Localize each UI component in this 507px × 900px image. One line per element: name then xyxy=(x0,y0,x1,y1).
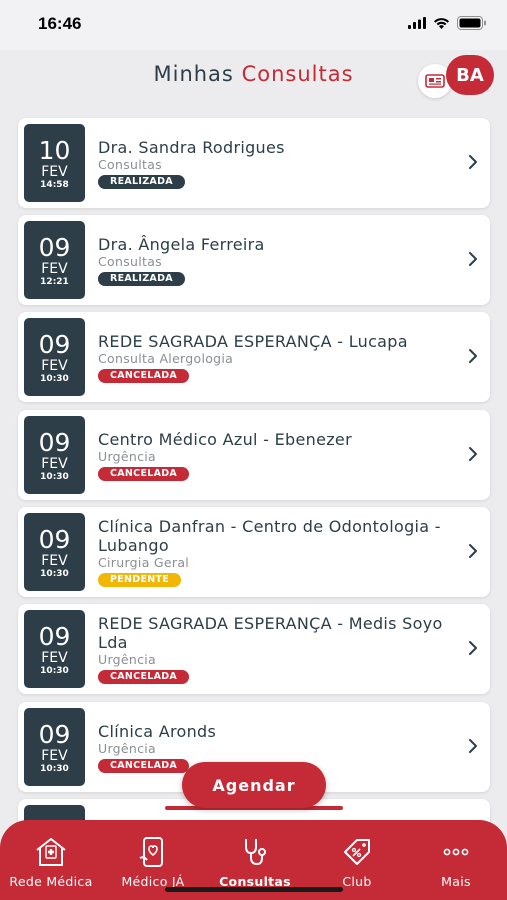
date-month: FEV xyxy=(41,358,68,374)
appointment-subtitle: Consultas xyxy=(98,253,162,269)
appointment-title: Clínica Aronds xyxy=(98,721,217,741)
date-month: FEV xyxy=(41,261,68,277)
date-month: FEV xyxy=(41,164,68,180)
card-body: REDE SAGRADA ESPERANÇA - Lucapa Consulta… xyxy=(98,312,458,402)
date-time: 10:30 xyxy=(40,764,69,774)
date-box: 10 FEV 14:58 xyxy=(24,124,85,202)
chevron-right-icon xyxy=(469,641,477,655)
date-day: 09 xyxy=(38,525,71,554)
status-badge: PENDENTE xyxy=(98,573,182,587)
appointment-subtitle: Cirurgia Geral xyxy=(98,555,190,570)
appointment-title: REDE SAGRADA ESPERANÇA - Medis Soyo Lda xyxy=(98,614,443,652)
appointment-title: Dra. Ângela Ferreira xyxy=(98,234,265,254)
signal-icon xyxy=(408,17,426,29)
status-badge: REALIZADA xyxy=(98,271,185,286)
date-day: 10 xyxy=(38,136,71,165)
date-time: 10:30 xyxy=(40,666,69,676)
nav-label: Club xyxy=(342,874,372,889)
appointment-title: Centro Médico Azul - Ebenezer xyxy=(98,429,352,449)
home-indicator xyxy=(165,887,343,892)
battery-icon xyxy=(457,16,486,30)
date-month: FEV xyxy=(41,748,68,764)
date-time: 12:21 xyxy=(40,277,69,287)
date-box: 09 FEV 10:30 xyxy=(24,318,85,396)
date-day: 09 xyxy=(38,233,71,262)
status-badge: REALIZADA xyxy=(98,174,185,189)
chevron-right-icon xyxy=(469,544,477,558)
status-badge: CANCELADA xyxy=(98,758,190,773)
wifi-icon xyxy=(434,18,449,29)
card-body: Centro Médico Azul - Ebenezer Urgência C… xyxy=(98,410,458,500)
card-body: Clínica Danfran - Centro de Odontologia … xyxy=(98,507,458,597)
discount-tag-icon xyxy=(344,839,370,865)
nav-item-consultas[interactable]: Consultas xyxy=(204,836,306,889)
nav-label: Rede Médica xyxy=(9,874,93,889)
schedule-button[interactable]: Agendar xyxy=(182,762,326,808)
date-box: 09 FEV 10:30 xyxy=(24,513,85,591)
phone-health-icon xyxy=(139,837,163,867)
status-badge: CANCELADA xyxy=(98,466,190,481)
date-day: 09 xyxy=(38,330,71,359)
nav-item-rede-medica[interactable]: Rede Médica xyxy=(0,836,102,889)
hospital-icon xyxy=(36,838,66,866)
date-time: 10:30 xyxy=(40,472,69,482)
date-time: 10:30 xyxy=(40,569,69,579)
chevron-right-icon xyxy=(469,155,477,169)
chevron-right-icon xyxy=(469,349,477,363)
chevron-right-icon xyxy=(469,252,477,266)
appointment-subtitle: Urgência xyxy=(98,448,157,464)
appointment-subtitle: Consulta Alergologia xyxy=(98,350,234,366)
date-day: 09 xyxy=(38,720,71,749)
page-title-part2: Consultas xyxy=(241,62,354,86)
date-month: FEV xyxy=(41,553,68,569)
appointment-card[interactable]: 09 FEV 10:30 REDE SAGRADA ESPERANÇA - Lu… xyxy=(18,312,490,402)
stethoscope-icon xyxy=(245,839,266,866)
nav-label: Mais xyxy=(441,874,471,889)
chevron-right-icon xyxy=(469,447,477,461)
card-body: Dra. Sandra Rodrigues Consultas REALIZAD… xyxy=(98,118,458,208)
appointment-subtitle: Urgência xyxy=(98,740,157,756)
appointment-card[interactable]: 09 FEV 10:30 Centro Médico Azul - Ebenez… xyxy=(18,410,490,500)
status-badge: CANCELADA xyxy=(98,670,190,684)
date-time: 14:58 xyxy=(40,180,69,190)
status-bar: 16:46 xyxy=(0,0,507,50)
nav-item-mais[interactable]: Mais xyxy=(405,836,507,889)
date-box: 09 FEV 12:21 xyxy=(24,221,85,299)
card-body: Dra. Ângela Ferreira Consultas REALIZADA xyxy=(98,215,458,305)
more-dots-icon xyxy=(443,848,469,856)
appointment-title: Dra. Sandra Rodrigues xyxy=(98,137,285,157)
nav-item-medico-ja[interactable]: Médico JÁ xyxy=(102,836,204,889)
date-box: 09 FEV 10:30 xyxy=(24,708,85,786)
appointment-card[interactable]: 09 FEV 10:30 Clínica Danfran - Centro de… xyxy=(18,507,490,597)
appointment-card[interactable]: 09 FEV 10:30 REDE SAGRADA ESPERANÇA - Me… xyxy=(18,604,490,694)
header: Minhas Consultas BA xyxy=(0,50,507,112)
appointment-subtitle: Urgência xyxy=(98,652,157,667)
status-badge: CANCELADA xyxy=(98,368,190,383)
appointment-title: Clínica Danfran - Centro de Odontologia … xyxy=(98,517,441,555)
card-body: REDE SAGRADA ESPERANÇA - Medis Soyo Lda … xyxy=(98,604,458,694)
appointment-title: REDE SAGRADA ESPERANÇA - Lucapa xyxy=(98,331,408,351)
date-month: FEV xyxy=(41,650,68,666)
date-day: 09 xyxy=(38,428,71,457)
nav-item-club[interactable]: Club xyxy=(306,836,408,889)
status-icons xyxy=(408,16,487,30)
status-time: 16:46 xyxy=(38,14,82,33)
appointment-card[interactable]: 09 FEV 12:21 Dra. Ângela Ferreira Consul… xyxy=(18,215,490,305)
date-box: 09 FEV 10:30 xyxy=(24,416,85,494)
date-box: 09 FEV 10:30 xyxy=(24,610,85,688)
avatar[interactable]: BA xyxy=(446,55,494,95)
date-month: FEV xyxy=(41,456,68,472)
page-title-part1: Minhas xyxy=(153,62,234,86)
date-day: 09 xyxy=(38,622,71,651)
appointment-subtitle: Consultas xyxy=(98,156,162,172)
chevron-right-icon xyxy=(469,739,477,753)
appointment-card[interactable]: 10 FEV 14:58 Dra. Sandra Rodrigues Consu… xyxy=(18,118,490,208)
id-card-icon xyxy=(425,74,445,88)
date-time: 10:30 xyxy=(40,374,69,384)
